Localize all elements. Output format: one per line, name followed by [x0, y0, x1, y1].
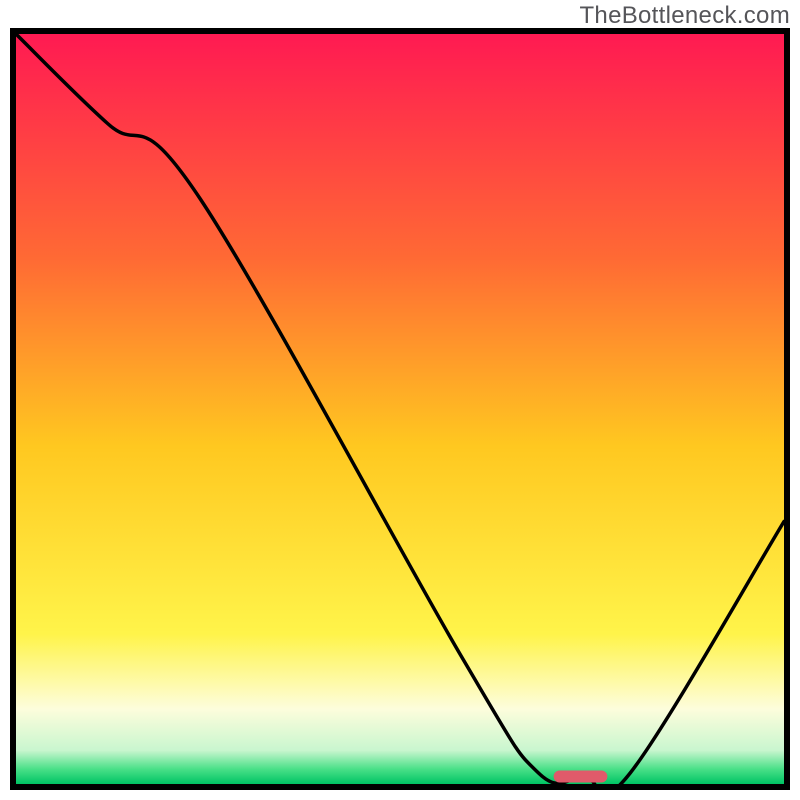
optimal-range-marker [554, 771, 608, 783]
chart-frame: TheBottleneck.com [0, 0, 800, 800]
chart-svg [16, 34, 784, 784]
watermark-text: TheBottleneck.com [579, 2, 790, 30]
gradient-background [16, 34, 784, 784]
plot-area [10, 28, 790, 790]
